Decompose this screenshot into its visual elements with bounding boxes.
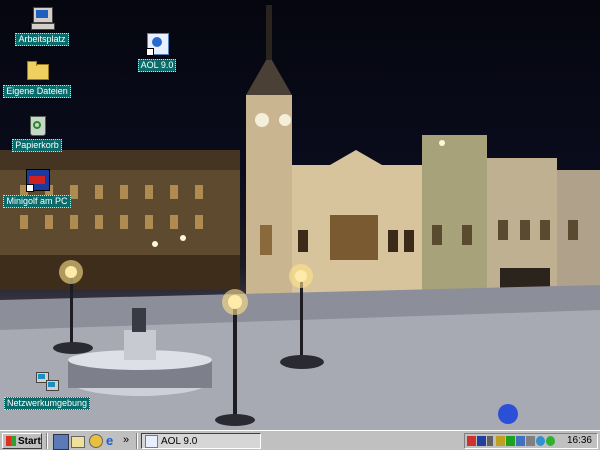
speaker-icon[interactable] <box>487 436 493 446</box>
network-icon[interactable] <box>496 436 505 446</box>
aol-tray-icon[interactable] <box>477 436 486 446</box>
desktop-icon-recycle-bin[interactable]: Papierkorb <box>1 112 73 152</box>
desktop-icon-my-documents[interactable]: Eigene Dateien <box>1 58 73 98</box>
show-desktop-icon[interactable] <box>53 434 69 450</box>
system-tray: 16:36 <box>464 433 598 449</box>
media-player-icon[interactable] <box>89 434 103 448</box>
desktop-icon-my-computer[interactable]: Arbeitsplatz <box>6 6 78 46</box>
desktop-icon-label: Eigene Dateien <box>3 85 71 98</box>
display-icon[interactable] <box>516 436 525 446</box>
desktop-icon-network[interactable]: Netzwerkumgebung <box>3 370 91 410</box>
internet-explorer-icon[interactable]: e <box>106 434 120 448</box>
start-button[interactable]: Start <box>2 433 42 449</box>
desktop-icon-label: Minigolf am PC <box>3 195 71 208</box>
taskbar-separator <box>136 433 138 449</box>
desktop-icon-label: AOL 9.0 <box>137 59 177 72</box>
aol-icon <box>145 32 169 56</box>
taskbar: Start e » AOL 9.0 16:36 <box>0 430 600 450</box>
start-label: Start <box>18 435 41 447</box>
task-button-aol[interactable]: AOL 9.0 <box>141 433 261 449</box>
desktop-icon-label: Arbeitsplatz <box>15 33 69 46</box>
recycle-bin-icon <box>25 112 49 136</box>
desktop-icon-label: Netzwerkumgebung <box>3 397 91 410</box>
globe-icon[interactable] <box>536 436 545 446</box>
messenger-icon[interactable] <box>546 436 555 446</box>
quick-launch-more[interactable]: » <box>123 434 137 448</box>
aol-icon <box>145 434 158 448</box>
signal-icon[interactable] <box>506 436 515 446</box>
task-label: AOL 9.0 <box>161 435 198 447</box>
my-documents-folder-icon <box>25 58 49 82</box>
desktop-icon-aol[interactable]: AOL 9.0 <box>121 32 193 72</box>
wallpaper <box>0 5 600 430</box>
outlook-express-icon[interactable] <box>71 434 85 448</box>
antivirus-icon[interactable] <box>467 436 476 446</box>
windows-logo-icon <box>6 436 16 446</box>
my-computer-icon <box>30 6 55 30</box>
clock[interactable]: 16:36 <box>567 435 592 447</box>
desktop-icon-label: Papierkorb <box>12 139 62 152</box>
taskbar-separator <box>46 433 48 449</box>
desktop-icon-minigolf[interactable]: Minigolf am PC <box>1 168 73 208</box>
network-neighborhood-icon <box>35 370 59 394</box>
printer-icon[interactable] <box>526 436 535 446</box>
minigolf-game-icon <box>25 168 50 192</box>
desktop[interactable]: Arbeitsplatz AOL 9.0 Eigene Dateien Papi… <box>0 0 600 430</box>
